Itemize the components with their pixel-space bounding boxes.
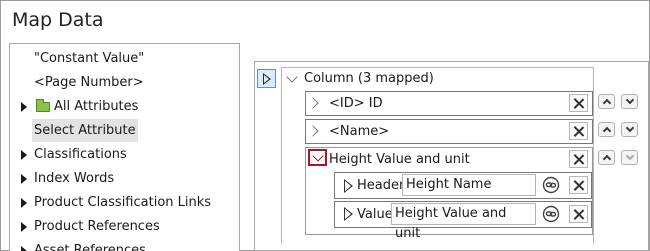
tree-item-label: All Attributes — [54, 99, 139, 114]
link-icon[interactable] — [542, 176, 560, 194]
tree-scrollbar[interactable] — [239, 144, 240, 190]
header-label: Header — [357, 178, 405, 193]
dialog-title: Map Data — [12, 9, 104, 31]
move-up-button[interactable] — [598, 122, 615, 137]
expand-arrow-icon[interactable] — [21, 222, 27, 232]
chevron-down-icon — [625, 123, 635, 133]
field-label-name: <Name> — [329, 124, 390, 139]
move-down-button[interactable] — [621, 94, 638, 109]
chevron-down-icon — [625, 95, 635, 105]
remove-field-button[interactable] — [569, 94, 588, 112]
tree-item-label: "Constant Value" — [34, 51, 145, 66]
chevron-up-icon — [602, 98, 612, 108]
field-label-height: Height Value and unit — [329, 152, 470, 167]
map-toggle-button[interactable] — [257, 69, 276, 88]
chevron-up-icon — [602, 126, 612, 136]
move-up-button[interactable] — [598, 94, 615, 109]
expand-arrow-icon[interactable] — [21, 174, 27, 184]
column-label: Column (3 mapped) — [304, 71, 434, 86]
play-icon[interactable] — [344, 179, 353, 193]
value-label: Value — [357, 207, 393, 222]
tree-item-label: Product References — [34, 219, 160, 234]
source-tree: "Constant Value" <Page Number> All Attri… — [9, 43, 240, 251]
expand-arrow-icon[interactable] — [21, 246, 27, 251]
link-icon[interactable] — [542, 205, 560, 223]
tree-item-label: Classifications — [34, 147, 127, 162]
remove-header-button[interactable] — [569, 176, 588, 194]
play-icon — [263, 73, 271, 85]
move-up-button[interactable] — [598, 150, 615, 165]
value-input[interactable]: Height Value and unit — [391, 203, 536, 241]
remove-field-button[interactable] — [569, 122, 588, 140]
expand-arrow-icon[interactable] — [21, 102, 27, 112]
field-label-id: <ID> ID — [329, 96, 383, 111]
header-input[interactable]: Height Name — [402, 174, 536, 196]
move-down-button[interactable] — [621, 150, 638, 165]
remove-field-button[interactable] — [569, 150, 588, 168]
collapse-field-button[interactable] — [308, 149, 327, 166]
folder-icon — [36, 99, 50, 112]
chevron-down-icon — [312, 150, 324, 162]
chevron-down-icon — [625, 151, 635, 161]
move-down-button[interactable] — [621, 122, 638, 137]
tree-item-label: Asset References — [34, 243, 146, 251]
play-icon[interactable] — [344, 207, 353, 221]
expand-arrow-icon[interactable] — [21, 198, 27, 208]
remove-value-button[interactable] — [569, 205, 588, 223]
tree-item-label: Product Classification Links — [34, 195, 212, 210]
tree-item-label: Select Attribute — [32, 119, 138, 142]
chevron-up-icon — [602, 154, 612, 164]
tree-item-label: <Page Number> — [34, 75, 144, 90]
tree-item-label: Index Words — [34, 171, 115, 186]
expand-arrow-icon[interactable] — [21, 150, 27, 160]
